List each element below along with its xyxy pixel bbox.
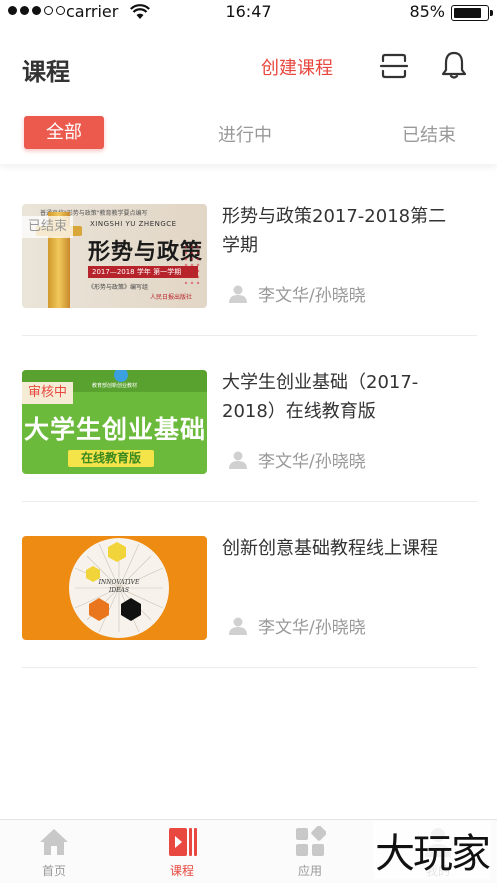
tab-ongoing[interactable]: 进行中 xyxy=(218,121,272,147)
person-icon xyxy=(229,285,247,303)
course-cover: INNOVATIVE IDEAS xyxy=(22,536,207,640)
status-badge: 审核中 xyxy=(22,382,74,404)
tabbar-course[interactable]: 课程 xyxy=(142,826,222,879)
cover-band: 2017—2018 学年 第一学期 xyxy=(88,266,198,278)
tab-ended[interactable]: 已结束 xyxy=(402,121,456,147)
course-card[interactable]: 普通高校"形势与政策"教育教学要点编写 XINGSHI YU ZHENGCE 形… xyxy=(22,170,477,336)
bell-icon[interactable] xyxy=(440,50,468,80)
course-teacher: 李文华/孙晓晓 xyxy=(228,447,366,472)
course-card[interactable]: 教育部创新创业教材 大学生创业基础 在线教育版 审核中 大学生创业基础（2017… xyxy=(22,336,477,502)
page-title: 课程 xyxy=(22,58,70,86)
watermark: 大玩家 xyxy=(373,821,491,879)
cover-pinyin: XINGSHI YU ZHENGCE xyxy=(90,220,177,228)
cover-publisher: 人民日报出版社 xyxy=(150,294,193,301)
tabbar-course-label: 课程 xyxy=(169,864,194,878)
battery-percent: 85% xyxy=(409,2,445,21)
tabbar-apps-label: 应用 xyxy=(297,864,322,878)
course-title[interactable]: 创新创意基础教程线上课程 xyxy=(222,534,462,563)
course-cover: 普通高校"形势与政策"教育教学要点编写 XINGSHI YU ZHENGCE 形… xyxy=(22,204,207,308)
tabbar-home-label: 首页 xyxy=(41,864,66,878)
course-card[interactable]: INNOVATIVE IDEAS 创新创意基础教程线上课程 李文华/孙晓晓 xyxy=(22,502,477,668)
scan-icon[interactable] xyxy=(380,52,408,80)
nav-header: 课程 创建课程 xyxy=(0,26,497,106)
course-teacher: 李文华/孙晓晓 xyxy=(228,613,366,638)
cover-text-line2: IDEAS xyxy=(108,587,129,594)
tab-all[interactable]: 全部 xyxy=(24,116,104,149)
person-icon xyxy=(229,451,247,469)
home-icon xyxy=(40,829,68,855)
course-cover: 教育部创新创业教材 大学生创业基础 在线教育版 审核中 xyxy=(22,370,207,474)
teacher-names: 李文华/孙晓晓 xyxy=(258,452,366,472)
cover-editor: 《形势与政策》编写组 xyxy=(88,284,149,291)
status-badge: 已结束 xyxy=(22,216,74,238)
course-icon xyxy=(169,828,197,856)
person-icon xyxy=(229,617,247,635)
course-title[interactable]: 形势与政策2017-2018第二学期 xyxy=(222,202,462,260)
cover-text-line1: INNOVATIVE xyxy=(98,579,140,586)
tabbar-home[interactable]: 首页 xyxy=(14,826,94,879)
tabbar-apps[interactable]: 应用 xyxy=(270,826,350,879)
filter-tabs: 全部 进行中 已结束 xyxy=(0,106,497,164)
decorative-dots xyxy=(183,244,201,284)
bottom-tab-bar: 首页 课程 应用 我的 大玩家 xyxy=(0,819,497,883)
course-title[interactable]: 大学生创业基础（2017-2018）在线教育版 xyxy=(222,368,462,426)
status-bar: carrier 16:47 85% xyxy=(0,0,497,26)
battery-icon xyxy=(451,5,493,21)
innovative-ideas-graphic: INNOVATIVE IDEAS xyxy=(74,542,164,633)
teacher-names: 李文华/孙晓晓 xyxy=(258,286,366,306)
cover-title: 大学生创业基础 xyxy=(24,415,207,444)
cover-caption: 教育部创新创业教材 xyxy=(92,383,138,389)
course-teacher: 李文华/孙晓晓 xyxy=(228,281,366,306)
apps-icon xyxy=(296,826,326,856)
cover-edition-pill: 在线教育版 xyxy=(68,450,154,467)
create-course-button[interactable]: 创建课程 xyxy=(261,54,333,80)
teacher-names: 李文华/孙晓晓 xyxy=(258,618,366,638)
